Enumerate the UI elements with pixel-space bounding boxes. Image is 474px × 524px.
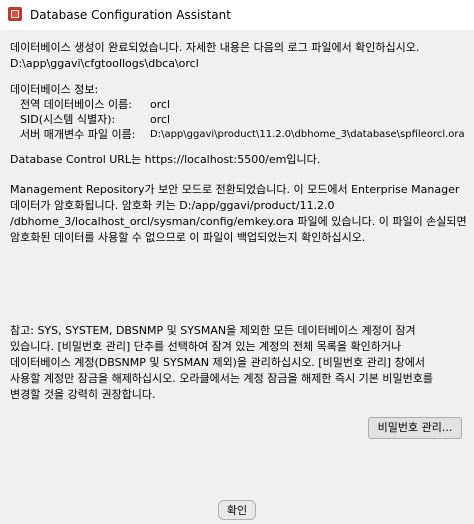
note-line: 데이터베이스 계정(DBSNMP 및 SYSMAN 제외)을 관리하십시오. [… <box>10 356 425 369</box>
note-line: 참고: SYS, SYSTEM, DBSNMP 및 SYSMAN을 제외한 모든… <box>10 324 416 337</box>
title-bar: Database Configuration Assistant <box>0 0 474 30</box>
repository-line: 데이터가 암호화됩니다. 암호화 키는 D:/app/ggavi/product… <box>10 199 335 212</box>
info-row-sid: SID(시스템 식별자): orcl <box>0 112 474 127</box>
dbca-dialog: Database Configuration Assistant 데이터베이스 … <box>0 0 474 524</box>
repository-line: Management Repository가 보안 모드로 전환되었습니다. 이… <box>10 183 460 196</box>
repository-line: 암호화된 데이터를 사용할 수 없으므로 이 파일이 백업되었는지 확인하십시오… <box>10 231 366 244</box>
info-row-spfile: 서버 매개변수 파일 이름: D:\app\ggavi\product\11.2… <box>0 127 474 142</box>
completion-message: 데이터베이스 생성이 완료되었습니다. 자세한 내용은 다음의 로그 파일에서 … <box>10 41 420 54</box>
window-title: Database Configuration Assistant <box>30 8 231 22</box>
ok-button[interactable]: 확인 <box>218 500 256 520</box>
password-management-button[interactable]: 비밀번호 관리... <box>368 417 462 439</box>
control-url: Database Control URL는 https://localhost:… <box>10 153 321 166</box>
repository-line: /dbhome_3/localhost_orcl/sysman/config/e… <box>10 215 467 228</box>
info-row-global-db-name: 전역 데이터베이스 이름: orcl <box>0 97 474 112</box>
info-value: D:\app\ggavi\product\11.2.0\dbhome_3\dat… <box>150 129 465 140</box>
info-label: 전역 데이터베이스 이름: <box>20 98 132 111</box>
db-info-header: 데이터베이스 정보: <box>10 83 99 96</box>
note-line: 있습니다. [비밀번호 관리] 단추를 선택하여 잠겨 있는 계정의 전체 목록… <box>10 340 402 353</box>
info-label: 서버 매개변수 파일 이름: <box>20 128 136 141</box>
info-label: SID(시스템 식별자): <box>20 113 116 126</box>
log-path: D:\app\ggavi\cfgtoollogs\dbca\orcl <box>10 57 199 70</box>
note-line: 사용할 계정만 잠금을 해제하십시오. 오라클에서는 계정 잠금을 해제한 즉시… <box>10 372 434 385</box>
note-line: 변경할 것을 강력히 권장합니다. <box>10 388 156 401</box>
info-value: orcl <box>150 98 171 111</box>
oracle-app-icon <box>8 7 22 21</box>
info-value: orcl <box>150 113 171 126</box>
